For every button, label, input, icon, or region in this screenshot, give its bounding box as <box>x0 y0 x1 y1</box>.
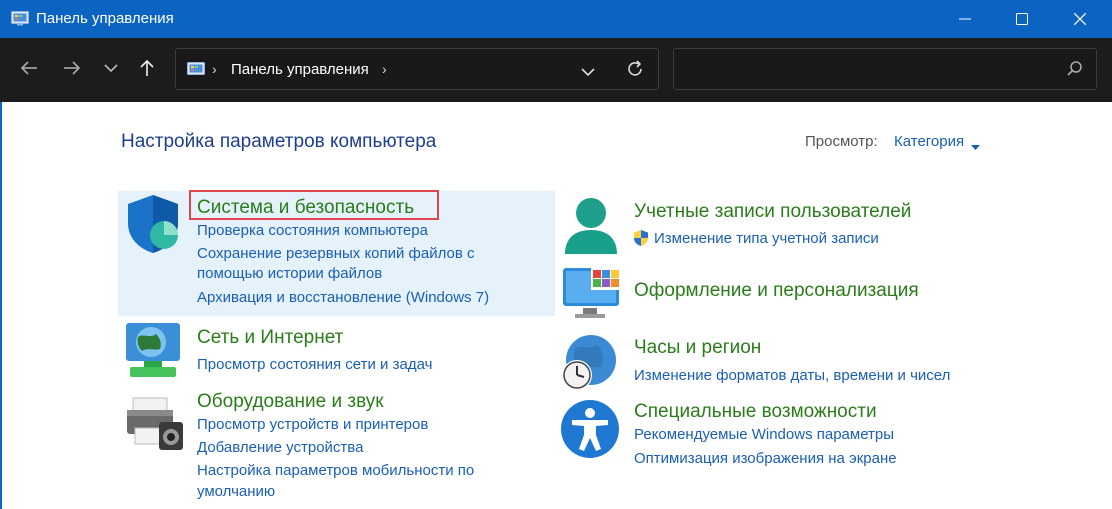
link-recommended-windows-settings[interactable]: Рекомендуемые Windows параметры <box>634 426 894 443</box>
link-network-status[interactable]: Просмотр состояния сети и задач <box>197 356 432 373</box>
forward-button[interactable] <box>56 52 88 84</box>
minimize-button[interactable] <box>937 0 993 38</box>
up-button[interactable] <box>131 52 163 84</box>
category-user-accounts[interactable]: Учетные записи пользователей <box>634 201 911 223</box>
address-bar[interactable]: › Панель управления › <box>175 48 659 90</box>
link-file-history-backup-cont[interactable]: помощью истории файлов <box>197 265 382 282</box>
category-system-security[interactable]: Система и безопасность <box>197 197 414 219</box>
breadcrumb-separator-icon: › <box>212 61 217 77</box>
link-date-time-formats[interactable]: Изменение форматов даты, времени и чисел <box>634 367 950 384</box>
maximize-button[interactable] <box>994 0 1050 38</box>
category-hardware-sound[interactable]: Оборудование и звук <box>197 391 384 413</box>
link-change-account-type[interactable]: Изменение типа учетной записи <box>654 230 879 247</box>
close-button[interactable] <box>1052 0 1108 38</box>
link-mobility-settings[interactable]: Настройка параметров мобильности по <box>197 462 474 479</box>
link-add-device[interactable]: Добавление устройства <box>197 439 363 456</box>
breadcrumb-chevron-icon[interactable]: › <box>382 61 387 77</box>
network-globe-icon[interactable] <box>124 321 182 386</box>
link-file-history-backup[interactable]: Сохранение резервных копий файлов с <box>197 245 475 262</box>
back-button[interactable] <box>13 52 45 84</box>
arrow-left-icon <box>20 61 37 75</box>
maximize-icon <box>1016 13 1028 25</box>
control-panel-icon <box>187 61 205 82</box>
close-icon <box>1074 13 1086 25</box>
breadcrumb-control-panel[interactable]: Панель управления <box>231 61 369 78</box>
link-mobility-settings-cont[interactable]: умолчанию <box>197 483 275 500</box>
link-check-computer-status[interactable]: Проверка состояния компьютера <box>197 222 428 239</box>
arrow-up-icon <box>140 59 154 76</box>
search-input[interactable] <box>684 57 1058 83</box>
page-title: Настройка параметров компьютера <box>121 131 437 152</box>
window-title: Панель управления <box>36 10 174 27</box>
link-optimize-visual-display[interactable]: Оптимизация изображения на экране <box>634 450 897 467</box>
arrow-right-icon <box>64 61 81 75</box>
uac-shield-icon <box>632 229 650 252</box>
title-bar: Панель управления <box>0 0 1112 38</box>
minimize-icon <box>959 18 971 20</box>
accessibility-icon[interactable] <box>560 399 620 464</box>
category-network-internet[interactable]: Сеть и Интернет <box>197 327 343 349</box>
user-accounts-icon[interactable] <box>561 196 621 263</box>
view-by-dropdown[interactable]: Категория <box>894 133 964 150</box>
category-ease-of-access[interactable]: Специальные возможности <box>634 401 877 423</box>
control-panel-icon <box>11 10 29 31</box>
security-shield-icon[interactable] <box>124 193 182 260</box>
chevron-down-icon <box>104 64 118 73</box>
search-box[interactable] <box>673 48 1097 90</box>
refresh-icon[interactable] <box>625 59 645 84</box>
address-history-chevron-icon[interactable] <box>581 64 595 82</box>
clock-region-icon[interactable] <box>561 333 621 398</box>
appearance-monitor-icon[interactable] <box>561 266 623 327</box>
printer-icon[interactable] <box>125 396 185 459</box>
link-devices-printers[interactable]: Просмотр устройств и принтеров <box>197 416 428 433</box>
view-label: Просмотр: <box>805 133 878 150</box>
search-icon[interactable] <box>1067 61 1083 82</box>
recent-locations-button[interactable] <box>95 52 127 84</box>
caret-down-icon[interactable] <box>971 138 980 156</box>
navigation-bar: › Панель управления › <box>0 38 1112 102</box>
category-clock-region[interactable]: Часы и регион <box>634 337 761 359</box>
link-backup-restore-win7[interactable]: Архивация и восстановление (Windows 7) <box>197 289 489 306</box>
category-appearance[interactable]: Оформление и персонализация <box>634 280 919 302</box>
window-border <box>0 102 2 509</box>
